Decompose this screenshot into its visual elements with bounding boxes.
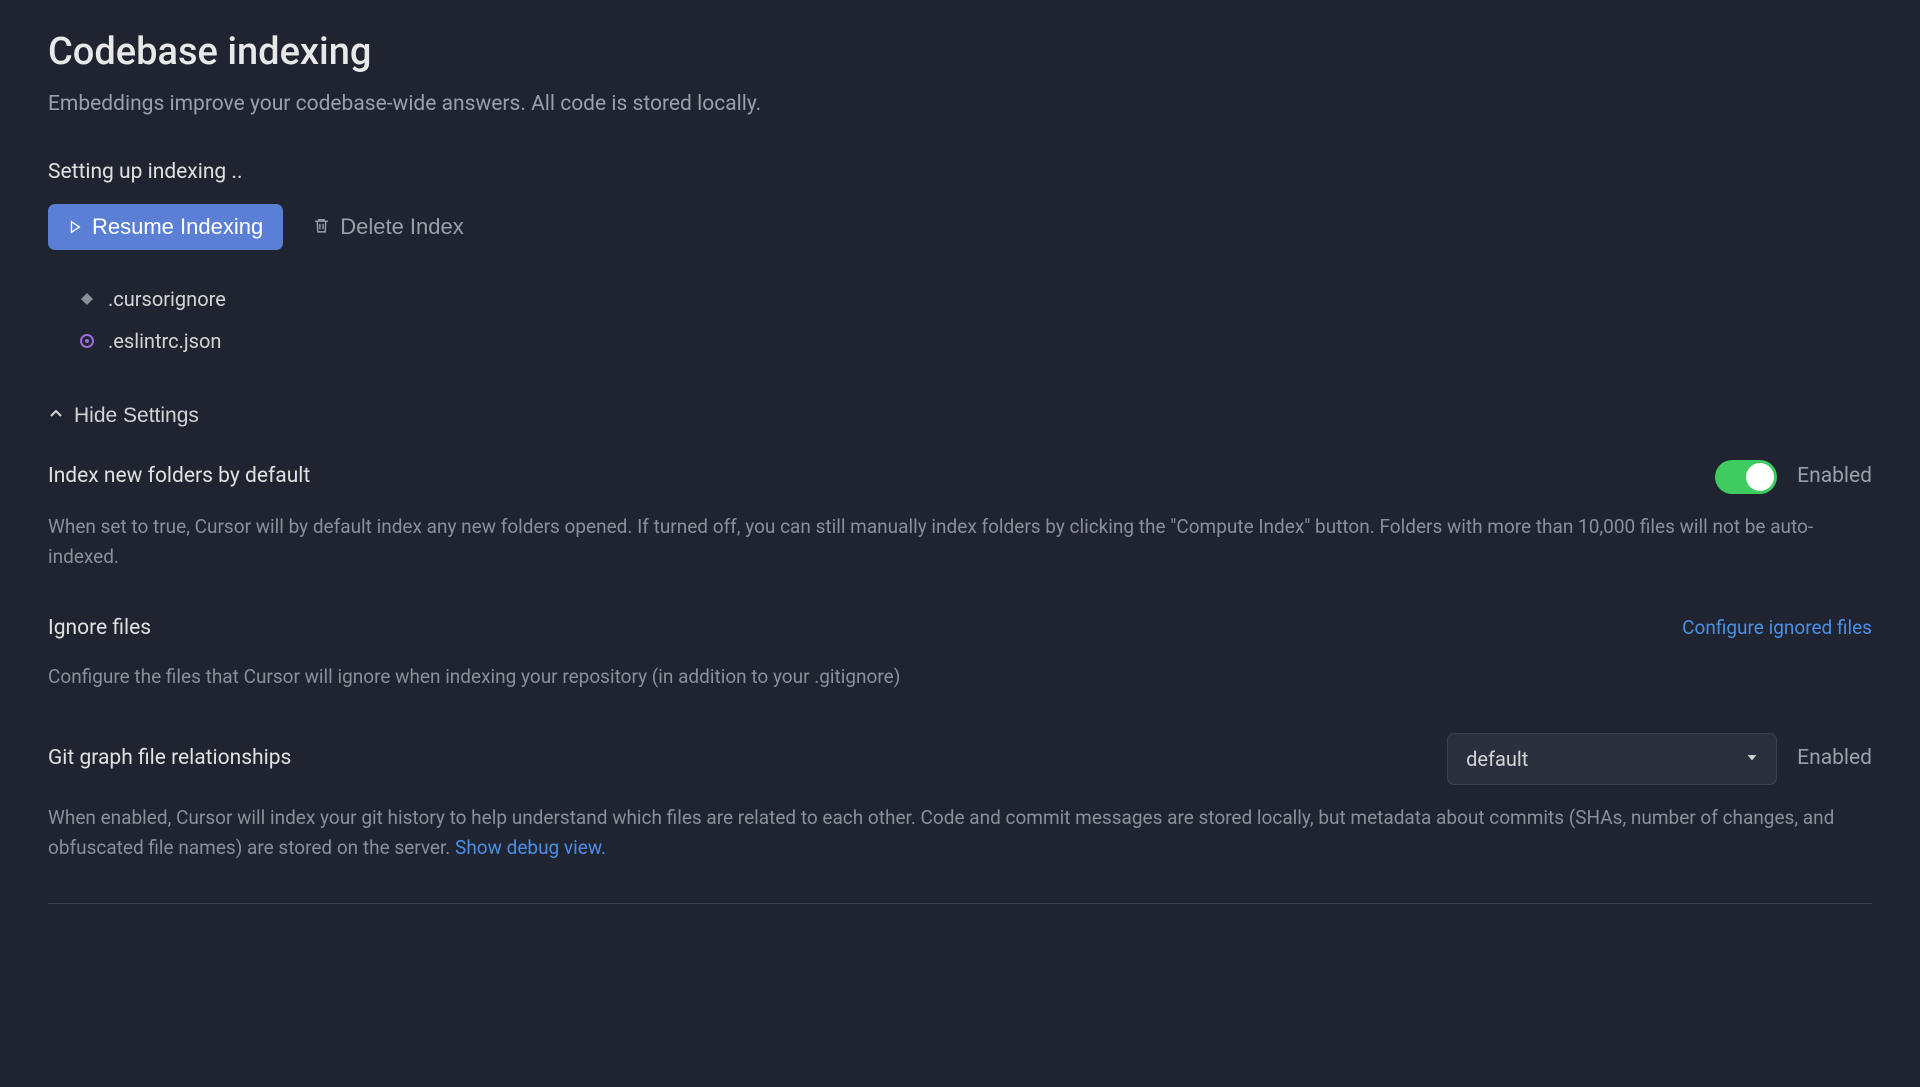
setting-right: Enabled (1715, 460, 1872, 494)
file-name: .eslintrc.json (108, 326, 221, 356)
resume-indexing-button[interactable]: Resume Indexing (48, 204, 283, 250)
setting-right: default Enabled (1447, 733, 1872, 785)
play-icon (68, 214, 82, 240)
delete-button-label: Delete Index (340, 214, 464, 240)
trash-icon (313, 214, 330, 240)
resume-button-label: Resume Indexing (92, 214, 263, 240)
hide-settings-toggle[interactable]: Hide Settings (48, 404, 199, 428)
page-subtitle: Embeddings improve your codebase-wide an… (48, 89, 1872, 121)
status-label: Enabled (1797, 461, 1872, 493)
configure-ignored-files-link[interactable]: Configure ignored files (1682, 614, 1872, 643)
setting-description: When enabled, Cursor will index your git… (48, 803, 1872, 864)
setting-ignore-files: Ignore files Configure ignored files (48, 613, 1872, 645)
setting-description: When set to true, Cursor will by default… (48, 512, 1872, 573)
section-divider (48, 903, 1872, 904)
indexing-status: Setting up indexing .. (48, 157, 1872, 189)
file-item: .eslintrc.json (78, 320, 1872, 362)
action-row: Resume Indexing Delete Index (48, 204, 1872, 250)
setting-right: Configure ignored files (1682, 614, 1872, 643)
page-title: Codebase indexing (48, 24, 1872, 81)
diamond-icon (78, 290, 96, 308)
show-debug-view-link[interactable]: Show debug view. (455, 836, 606, 859)
setting-title: Index new folders by default (48, 461, 310, 493)
setting-title: Ignore files (48, 613, 151, 645)
file-list: .cursorignore .eslintrc.json (78, 278, 1872, 362)
eslint-icon (78, 332, 96, 350)
setting-description: Configure the files that Cursor will ign… (48, 662, 1872, 692)
chevron-up-icon (48, 404, 64, 428)
delete-index-button[interactable]: Delete Index (313, 214, 464, 240)
git-graph-select[interactable]: default (1447, 733, 1777, 785)
file-item: .cursorignore (78, 278, 1872, 320)
hide-settings-label: Hide Settings (74, 404, 199, 428)
index-new-folders-toggle[interactable] (1715, 460, 1777, 494)
setting-title: Git graph file relationships (48, 743, 291, 775)
setting-index-new-folders: Index new folders by default Enabled (48, 460, 1872, 494)
file-name: .cursorignore (108, 284, 226, 314)
git-graph-description: When enabled, Cursor will index your git… (48, 806, 1834, 859)
setting-git-graph: Git graph file relationships default Ena… (48, 733, 1872, 785)
status-label: Enabled (1797, 743, 1872, 775)
